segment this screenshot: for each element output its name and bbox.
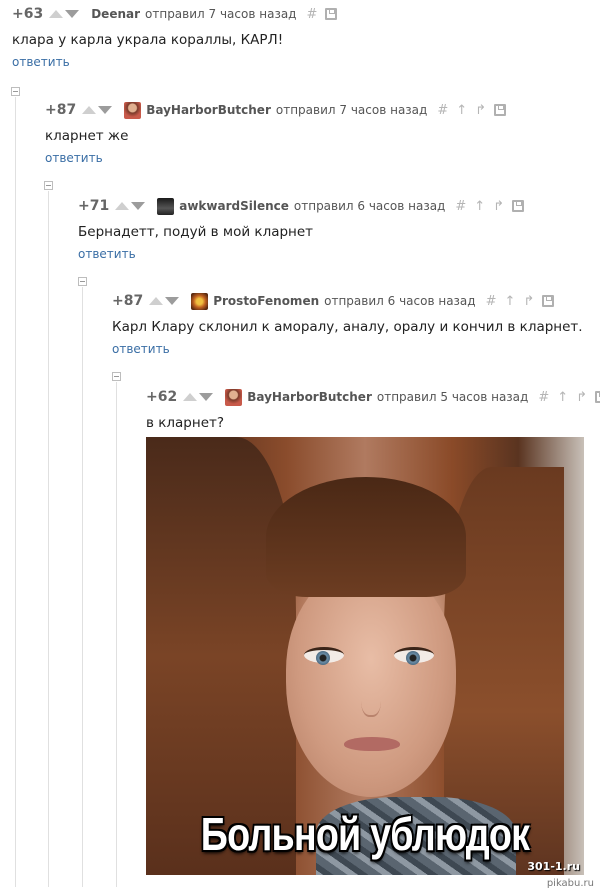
reply-link[interactable]: ответить — [78, 247, 136, 261]
branch-icon[interactable]: ↱ — [475, 103, 486, 118]
reply-link[interactable]: ответить — [45, 151, 103, 165]
comment-text: кларнет же — [45, 128, 129, 144]
avatar[interactable] — [225, 388, 243, 406]
collapse-button[interactable] — [112, 372, 121, 381]
comment-meta: +63 Deenar отправил 7 часов назад # — [12, 4, 345, 24]
meme-watermark: 301-1.ru — [527, 860, 580, 873]
collapse-button[interactable] — [11, 87, 20, 96]
upvote-icon[interactable] — [183, 393, 198, 401]
comment-time: отправил 7 часов назад — [275, 103, 428, 117]
hash-icon[interactable]: # — [437, 103, 448, 118]
save-icon[interactable] — [542, 295, 555, 307]
comment-meta: +87 BayHarborButcher отправил 7 часов на… — [45, 100, 514, 120]
comment-meta: +87 ProstoFenomen отправил 6 часов назад… — [112, 291, 583, 311]
upvote-icon[interactable] — [49, 10, 64, 18]
avatar[interactable] — [124, 101, 142, 119]
meme-nose — [361, 677, 381, 717]
branch-icon[interactable]: ↱ — [493, 199, 504, 214]
parent-arrow-icon[interactable]: ↑ — [456, 103, 467, 118]
comment-rating: +71 — [78, 198, 110, 214]
save-icon[interactable] — [595, 391, 600, 403]
comment-time: отправил 6 часов назад — [293, 199, 446, 213]
thread-line — [82, 287, 83, 887]
downvote-icon[interactable] — [65, 10, 80, 18]
comment-rating: +62 — [146, 389, 178, 405]
parent-arrow-icon[interactable]: ↑ — [504, 294, 515, 309]
meme-eye — [304, 647, 344, 665]
comment-time: отправил 6 часов назад — [324, 294, 476, 308]
upvote-icon[interactable] — [149, 297, 164, 305]
collapse-button[interactable] — [78, 277, 87, 286]
comment-time: отправил 7 часов назад — [145, 7, 297, 21]
hash-icon[interactable]: # — [455, 199, 466, 214]
meme-image[interactable]: Больной ублюдок 301-1.ru — [146, 437, 584, 875]
avatar[interactable] — [191, 292, 209, 310]
site-watermark: pikabu.ru — [546, 878, 594, 889]
downvote-icon[interactable] — [131, 202, 146, 210]
comment-4: +87 ProstoFenomen отправил 6 часов назад… — [112, 291, 583, 358]
comment-username[interactable]: BayHarborButcher — [146, 103, 271, 117]
comment-username[interactable]: Deenar — [91, 7, 140, 21]
save-icon[interactable] — [512, 200, 525, 212]
meme-mouth — [344, 737, 400, 751]
thread-line — [48, 191, 49, 887]
parent-arrow-icon[interactable]: ↑ — [474, 199, 485, 214]
comment-username[interactable]: BayHarborButcher — [247, 390, 372, 404]
meme-face — [286, 567, 456, 797]
avatar[interactable] — [157, 197, 175, 215]
thread-line — [116, 382, 117, 887]
comment-1: +63 Deenar отправил 7 часов назад # клар… — [12, 4, 345, 71]
comment-meta: +71 awkwardSilence отправил 6 часов наза… — [78, 196, 532, 216]
comment-username[interactable]: ProstoFenomen — [213, 294, 319, 308]
comment-2: +87 BayHarborButcher отправил 7 часов на… — [45, 100, 514, 167]
comment-text: в кларнет? — [146, 415, 225, 431]
downvote-icon[interactable] — [98, 106, 113, 114]
parent-arrow-icon[interactable]: ↑ — [557, 390, 568, 405]
meme-caption: Больной ублюдок — [200, 808, 530, 860]
branch-icon[interactable]: ↱ — [523, 294, 534, 309]
comment-rating: +87 — [45, 102, 77, 118]
reply-link[interactable]: ответить — [12, 55, 70, 69]
comment-3: +71 awkwardSilence отправил 6 часов наза… — [78, 196, 532, 263]
thread-line — [15, 97, 16, 887]
comment-rating: +87 — [112, 293, 144, 309]
meme-eye — [394, 647, 434, 665]
comment-rating: +63 — [12, 6, 44, 22]
save-icon[interactable] — [494, 104, 507, 116]
comment-meta: +62 BayHarborButcher отправил 5 часов на… — [146, 387, 600, 407]
comment-username[interactable]: awkwardSilence — [179, 199, 289, 213]
comment-time: отправил 5 часов назад — [376, 390, 529, 404]
comment-text: клара у карла украла кораллы, КАРЛ! — [12, 32, 284, 48]
collapse-button[interactable] — [44, 181, 53, 190]
reply-link[interactable]: ответить — [112, 342, 170, 356]
upvote-icon[interactable] — [115, 202, 130, 210]
hash-icon[interactable]: # — [486, 294, 497, 309]
comment-5: +62 BayHarborButcher отправил 5 часов на… — [146, 387, 600, 431]
meme-bangs — [266, 477, 466, 597]
upvote-icon[interactable] — [82, 106, 97, 114]
comment-text: Карл Клару склонил к аморалу, аналу, ора… — [112, 319, 583, 335]
branch-icon[interactable]: ↱ — [576, 390, 587, 405]
hash-icon[interactable]: # — [306, 7, 317, 22]
downvote-icon[interactable] — [165, 297, 180, 305]
save-icon[interactable] — [325, 8, 338, 20]
hash-icon[interactable]: # — [538, 390, 549, 405]
comment-text: Бернадетт, подуй в мой кларнет — [78, 224, 314, 240]
downvote-icon[interactable] — [199, 393, 214, 401]
